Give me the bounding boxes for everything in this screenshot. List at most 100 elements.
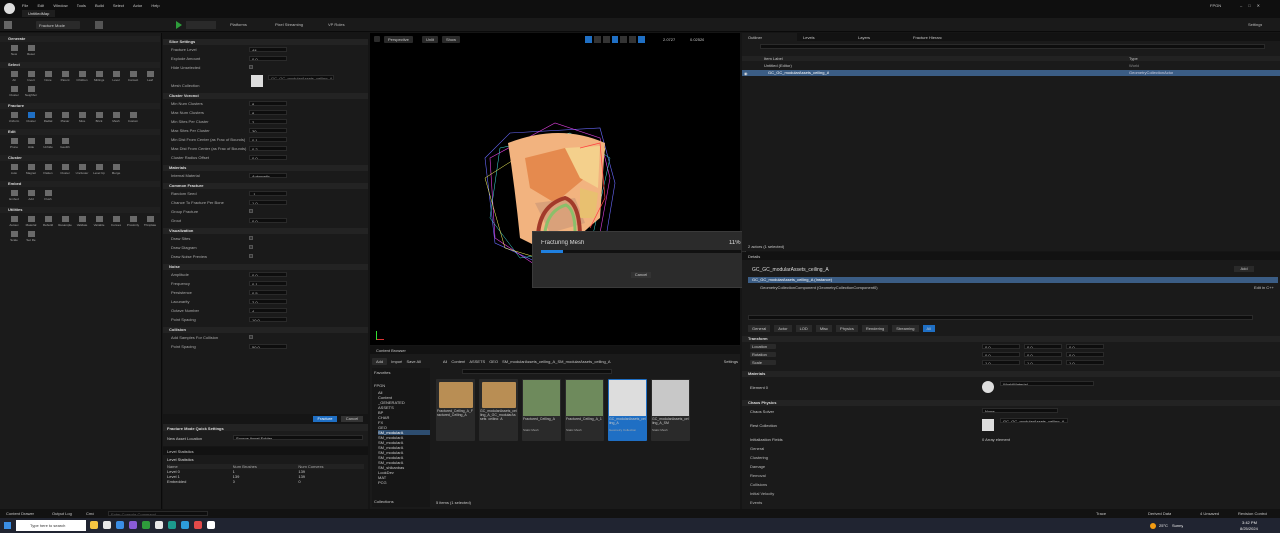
show-button[interactable]: Show: [442, 36, 461, 43]
tool-new-button[interactable]: New: [6, 44, 22, 58]
tool-add-button[interactable]: Add: [23, 189, 39, 203]
filter-tab[interactable]: All: [922, 325, 935, 332]
tool-invert-button[interactable]: Invert: [23, 70, 39, 84]
tool-none-button[interactable]: None: [40, 70, 56, 84]
tool-leaf-button[interactable]: Leaf: [142, 70, 158, 84]
prop-section-cluster-voronoi[interactable]: Cluster Voronoi: [163, 93, 368, 99]
prop-section-visualization[interactable]: Visualization: [163, 228, 368, 234]
tool-cluster-button[interactable]: Cluster: [23, 111, 39, 125]
content-browser-tab[interactable]: Content Browser: [370, 346, 740, 354]
tool-autouv-button[interactable]: Autouv: [6, 215, 22, 229]
tool-level-button[interactable]: Level: [108, 70, 124, 84]
menu-item-tools[interactable]: Tools: [77, 3, 86, 8]
tool-parent-button[interactable]: Parent: [57, 70, 73, 84]
taskbar-app-icon[interactable]: [207, 521, 215, 529]
content-drawer-button[interactable]: Content Drawer: [6, 511, 34, 516]
details-category-collisions[interactable]: Collisions: [746, 482, 1276, 491]
details-category-removal[interactable]: Removal: [746, 473, 1276, 482]
tool-mesh-button[interactable]: Mesh: [108, 111, 124, 125]
tool-planar-button[interactable]: Planar: [57, 111, 73, 125]
taskbar-app-icon[interactable]: [155, 521, 163, 529]
filter-tab[interactable]: Physics: [836, 325, 858, 332]
breadcrumb-item[interactable]: All: [443, 359, 447, 364]
prop-value[interactable]: Automatic: [249, 173, 287, 178]
asset-tile[interactable]: GC_modularAssets_ceiling_A_SM Static Mesh: [651, 379, 690, 441]
transform-tools[interactable]: [585, 36, 646, 43]
asset-tile[interactable]: Fractured_Ceiling_A_Fractured_Ceiling_A: [436, 379, 475, 441]
grid-snap-value[interactable]: 0.02526: [690, 37, 704, 42]
prop-value[interactable]: 0.1: [249, 137, 287, 142]
play-icon[interactable]: [176, 21, 182, 29]
taskbar-app-icon[interactable]: [194, 521, 202, 529]
component-instance-row[interactable]: GC_GC_modularAssets_ceiling_A (Instance): [748, 277, 1278, 283]
chaos-solver-select[interactable]: None: [982, 408, 1058, 413]
menu-item-edit[interactable]: Edit: [37, 3, 44, 8]
tool-custom-button[interactable]: Custom: [125, 111, 141, 125]
tool-hide-button[interactable]: Hide: [23, 137, 39, 151]
content-search-input[interactable]: [462, 369, 612, 374]
asset-location-select[interactable]: Source Asset Folder: [233, 435, 363, 440]
revision-control-button[interactable]: Revision Control: [1238, 511, 1267, 516]
tool-auto-button[interactable]: Auto: [6, 163, 22, 177]
prop-value[interactable]: 0.0: [249, 155, 287, 160]
prop-section-collision[interactable]: Collision: [163, 327, 368, 333]
tool-proximity-button[interactable]: Proximity: [125, 215, 141, 229]
tool-embed-button[interactable]: Embed: [6, 189, 22, 203]
menu-item-window[interactable]: Window: [53, 3, 67, 8]
details-category-clustering[interactable]: Clustering: [746, 455, 1276, 464]
content-settings-button[interactable]: Settings: [724, 359, 738, 364]
tool-geolith-button[interactable]: Geolith: [57, 137, 73, 151]
filter-tab[interactable]: Streaming: [892, 325, 919, 332]
materials-section[interactable]: Materials: [742, 371, 1280, 377]
palette-section-edit[interactable]: Edit: [0, 129, 160, 135]
prop-value[interactable]: 0.0: [249, 272, 287, 277]
tool-prune-button[interactable]: Prune: [6, 137, 22, 151]
transform-location-label[interactable]: Location: [750, 344, 776, 349]
tool-set-re-button[interactable]: Set Re: [23, 230, 39, 244]
menu-item-build[interactable]: Build: [95, 3, 104, 8]
type-header[interactable]: Type: [1129, 56, 1138, 61]
tool-convex-button[interactable]: Convex: [108, 215, 124, 229]
transform-rotation-value[interactable]: 0.0: [1066, 352, 1104, 357]
prop-value[interactable]: 4: [249, 308, 287, 313]
prop-value[interactable]: 8: [249, 101, 287, 106]
tool-reset-button[interactable]: Reset: [23, 44, 39, 58]
transform-scale-value[interactable]: 1.0: [1066, 360, 1104, 365]
outliner-tab[interactable]: Layers: [852, 33, 907, 41]
menu-item-file[interactable]: File: [22, 3, 28, 8]
asset-tile[interactable]: GC_modularAssets_ceiling_A_GC_modularAss…: [479, 379, 518, 441]
filter-tab[interactable]: Rendering: [861, 325, 889, 332]
tool-uncluster-button[interactable]: Uncluster: [74, 163, 90, 177]
tool-material-button[interactable]: Material: [23, 215, 39, 229]
taskbar-app-icon[interactable]: [103, 521, 111, 529]
taskbar-app-icon[interactable]: [90, 521, 98, 529]
tool-cluster-button[interactable]: Cluster: [57, 163, 73, 177]
tool-cluster-button[interactable]: Cluster: [6, 85, 22, 99]
transform-scale-label[interactable]: Scale: [750, 360, 776, 365]
asset-tile[interactable]: GC_modularAssets_ceiling_A Geometry Colle…: [608, 379, 647, 441]
prop-section-noise[interactable]: Noise: [163, 264, 368, 270]
transform-scale-value[interactable]: 1.0: [982, 360, 1020, 365]
outliner-row-selected[interactable]: ◉ GC_GC_modularAssets_ceiling_A Geometry…: [742, 70, 1280, 76]
material-select[interactable]: WorldMaterial: [1000, 381, 1094, 386]
tool-variable-button[interactable]: Variable: [91, 215, 107, 229]
taskbar-app-icon[interactable]: [142, 521, 150, 529]
tool-rebuild-button[interactable]: Rebuild: [40, 215, 56, 229]
taskbar-search[interactable]: Type here to search: [16, 520, 86, 531]
tool-level-up-button[interactable]: Level Up: [91, 163, 107, 177]
component-row[interactable]: GeometryCollectionComponent (GeometryCol…: [760, 285, 878, 290]
output-log-button[interactable]: Output Log: [52, 511, 72, 516]
prop-checkbox[interactable]: [249, 335, 253, 339]
project-root[interactable]: FPGN: [372, 381, 430, 390]
taskbar-app-icon[interactable]: [129, 521, 137, 529]
details-category-events[interactable]: Events: [746, 500, 1276, 509]
details-category-initial-velocity[interactable]: Initial Velocity: [746, 491, 1276, 500]
derived-data-button[interactable]: Derived Data: [1148, 511, 1171, 516]
transform-rotation-value[interactable]: 0.0: [982, 352, 1020, 357]
tool-siblings-button[interactable]: Siblings: [91, 70, 107, 84]
tool-all-button[interactable]: All: [6, 70, 22, 84]
rest-collection-select[interactable]: GC_GC_modularAssets_ceiling_A: [1000, 418, 1068, 423]
breadcrumb-item[interactable]: Content: [451, 359, 465, 364]
details-category-damage[interactable]: Damage: [746, 464, 1276, 473]
collections-header[interactable]: Collections: [374, 499, 394, 504]
